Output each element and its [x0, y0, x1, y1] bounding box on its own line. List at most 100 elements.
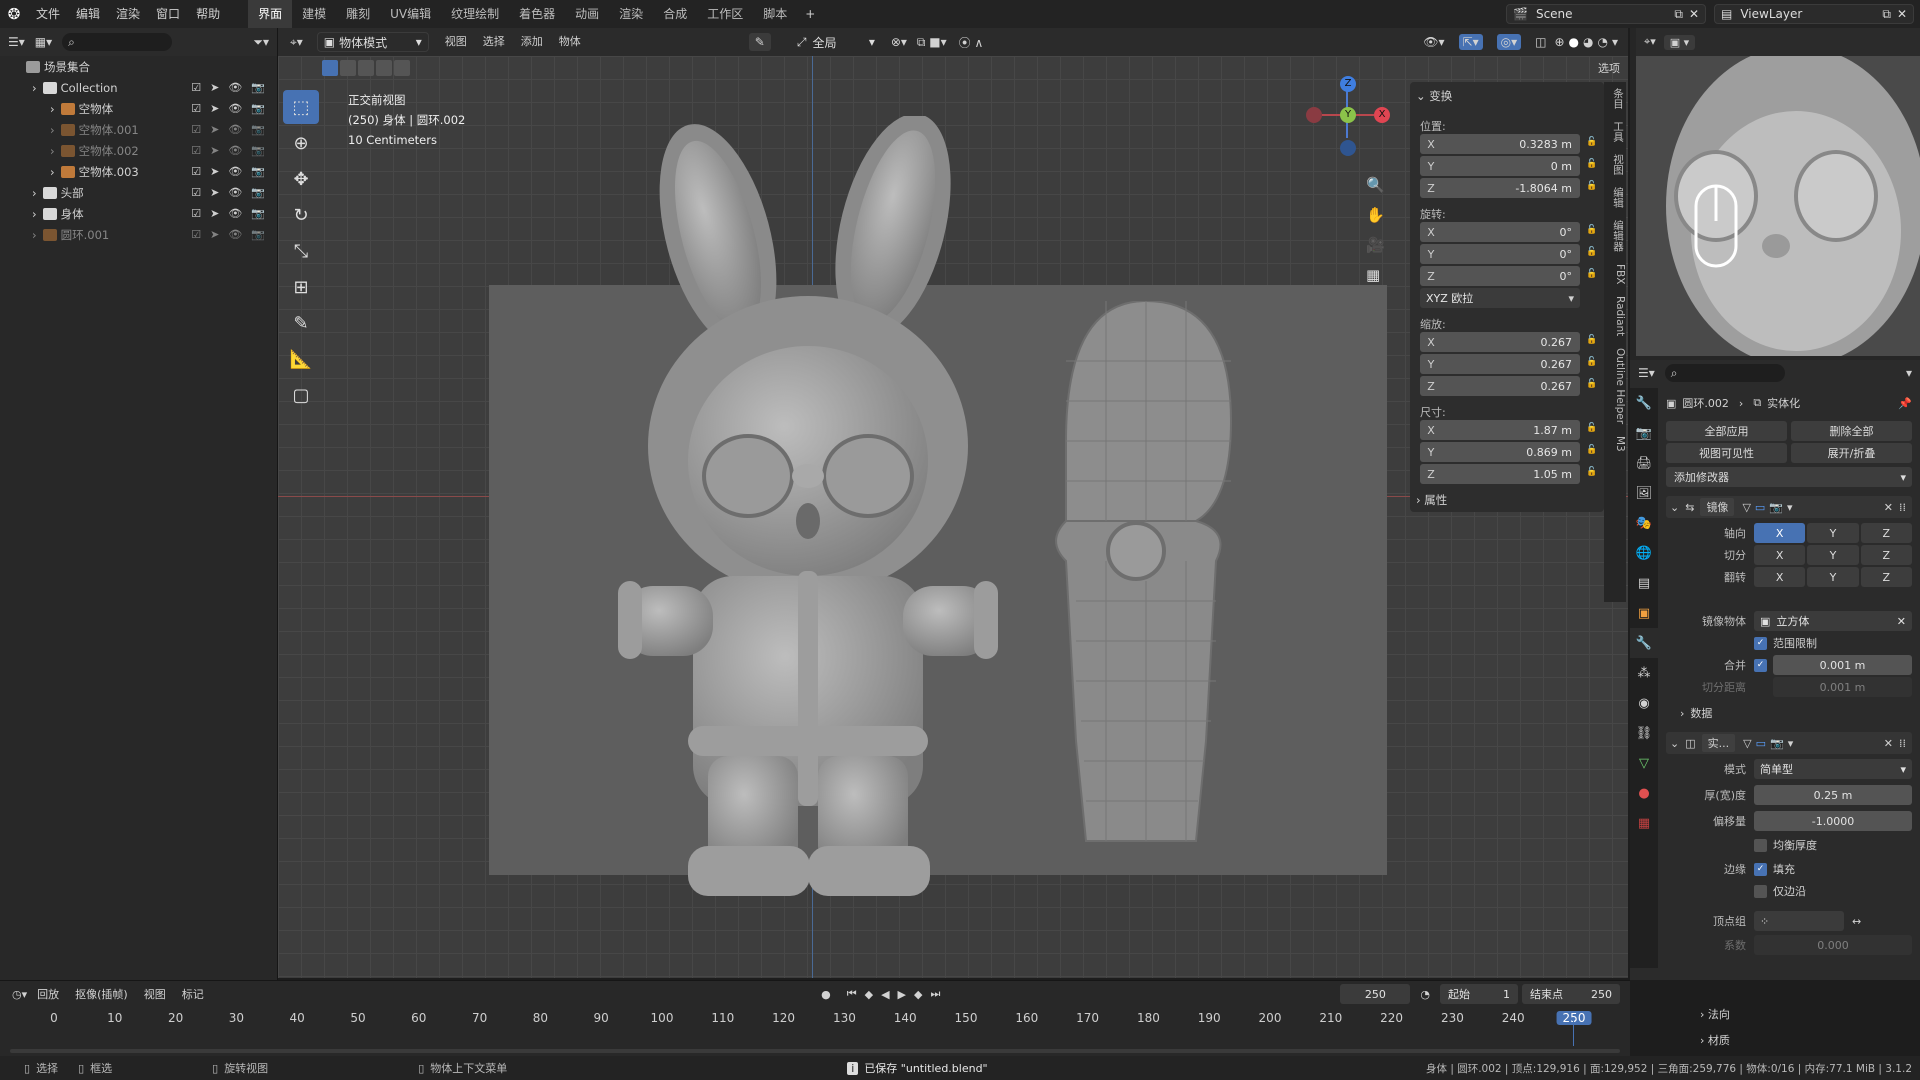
- snap-icon[interactable]: ⧉ ■▾: [917, 35, 947, 50]
- camera-icon[interactable]: 📷: [251, 207, 265, 220]
- viewport-menu-item[interactable]: 添加: [513, 28, 551, 56]
- scale-tool[interactable]: ⤡: [283, 234, 319, 268]
- y-axis-icon[interactable]: Y: [1340, 107, 1356, 123]
- delete-modifier-icon[interactable]: ✕: [1884, 501, 1893, 514]
- transform-tool[interactable]: ⊞: [283, 270, 319, 304]
- lock-icon[interactable]: 🔓: [1586, 357, 1597, 367]
- solidify-mode-dropdown[interactable]: 简单型 ▾: [1754, 759, 1912, 779]
- eye-icon[interactable]: 👁: [228, 207, 242, 220]
- eye-icon[interactable]: 👁: [228, 186, 242, 199]
- lock-icon[interactable]: 🔓: [1586, 379, 1597, 389]
- scale-field-y[interactable]: Y 0.267: [1420, 354, 1580, 374]
- select-intersect-icon[interactable]: [394, 60, 410, 76]
- checkbox-icon[interactable]: ☑: [191, 102, 201, 115]
- search-icon[interactable]: ⌕: [62, 33, 173, 51]
- workspace-tab[interactable]: 脚本: [753, 0, 797, 28]
- lock-icon[interactable]: 🔓: [1586, 159, 1597, 169]
- neg-x-axis-icon[interactable]: [1306, 107, 1322, 123]
- workspace-tab[interactable]: 纹理绘制: [441, 0, 509, 28]
- expand-arrow-icon[interactable]: ›: [50, 144, 55, 158]
- proportional-icon[interactable]: ⦿ ∧: [959, 34, 984, 51]
- eye-icon[interactable]: 👁: [228, 102, 242, 115]
- material-tab-icon[interactable]: ●: [1630, 778, 1658, 808]
- axis-toggle-x[interactable]: X: [1754, 567, 1806, 587]
- thickness-field[interactable]: 0.25 m: [1754, 785, 1912, 805]
- render-toggle-icon[interactable]: 📷: [1769, 501, 1783, 514]
- eye-icon[interactable]: 👁: [228, 123, 242, 136]
- select-arrow-icon[interactable]: ➤: [210, 165, 219, 178]
- sidebar-tab[interactable]: 编辑器: [1604, 214, 1626, 258]
- texture-tab-icon[interactable]: ▦: [1630, 808, 1658, 838]
- scale-field-z[interactable]: Z 0.267: [1420, 376, 1580, 396]
- workspace-tab[interactable]: UV编辑: [380, 0, 441, 28]
- workspace-tab[interactable]: 建模: [292, 0, 336, 28]
- scene-tab-icon[interactable]: 🎭: [1630, 508, 1658, 538]
- invert-icon[interactable]: ↔: [1852, 915, 1861, 928]
- eye-icon[interactable]: 👁: [228, 81, 242, 94]
- merge-checkbox[interactable]: ✓: [1754, 658, 1767, 672]
- transform-header[interactable]: ⌄ 变换: [1416, 88, 1452, 104]
- lock-icon[interactable]: 🔓: [1586, 225, 1597, 235]
- workspace-tab[interactable]: 界面: [248, 0, 293, 28]
- rotation-field-z[interactable]: Z 0°: [1420, 266, 1580, 286]
- checkbox-icon[interactable]: ☑: [191, 207, 201, 220]
- mode-selector[interactable]: ▣ 物体模式 ▾: [316, 32, 429, 52]
- checkbox-icon[interactable]: ☑: [191, 81, 201, 94]
- scene-selector[interactable]: 🎬 Scene ⧉ ✕: [1506, 4, 1706, 24]
- axis-toggle-y[interactable]: Y: [1807, 523, 1859, 543]
- checkbox-icon[interactable]: ☑: [191, 123, 201, 136]
- options-button[interactable]: 选项: [1598, 60, 1620, 76]
- select-arrow-icon[interactable]: ➤: [210, 186, 219, 199]
- viewport-menu-item[interactable]: 选择: [475, 28, 513, 56]
- shading-solid-icon[interactable]: ●: [1569, 35, 1579, 49]
- tool-tab-icon[interactable]: 🔧: [1630, 388, 1658, 418]
- outliner-row[interactable]: › 空物体.003 ☑ ➤ 👁 📷: [0, 161, 277, 182]
- world-tab-icon[interactable]: 🌐: [1630, 538, 1658, 568]
- select-mode-buttons[interactable]: [322, 60, 410, 76]
- sidebar-tab[interactable]: 编辑: [1604, 181, 1626, 214]
- axis-toggle-x[interactable]: X: [1754, 545, 1806, 565]
- workspace-tab[interactable]: 合成: [653, 0, 697, 28]
- camera-icon[interactable]: 📷: [251, 228, 265, 241]
- expand-arrow-icon[interactable]: ›: [50, 123, 55, 137]
- scene-collection-row[interactable]: 场景集合: [0, 56, 277, 77]
- checkbox-icon[interactable]: ☑: [191, 144, 201, 157]
- add-modifier-dropdown[interactable]: 添加修改器 ▾: [1666, 467, 1912, 487]
- pivot-icon[interactable]: ⊗▾: [891, 35, 907, 49]
- dims-field-y[interactable]: Y 0.869 m: [1420, 442, 1580, 462]
- axis-toggle-x[interactable]: X: [1754, 523, 1806, 543]
- rabbit-character-model[interactable]: [608, 116, 1028, 916]
- menu-item[interactable]: 编辑: [68, 0, 108, 28]
- object-mode-icon[interactable]: ▣ ▾: [1663, 34, 1696, 50]
- close-icon[interactable]: ✕: [1689, 7, 1699, 21]
- select-arrow-icon[interactable]: ➤: [210, 81, 219, 94]
- rotation-field-x[interactable]: X 0°: [1420, 222, 1580, 242]
- side-view-wireframe-model[interactable]: [1026, 301, 1256, 871]
- visibility-icon[interactable]: 👁▾: [1423, 35, 1444, 49]
- rotate-tool[interactable]: ↻: [283, 198, 319, 232]
- workspace-tab[interactable]: 雕刻: [336, 0, 380, 28]
- eye-icon[interactable]: 👁: [228, 228, 242, 241]
- camera-icon[interactable]: 📷: [251, 144, 265, 157]
- close-icon[interactable]: ✕: [1897, 7, 1907, 21]
- data-subpanel[interactable]: › 数据: [1666, 702, 1912, 724]
- solidify-name[interactable]: 实...: [1701, 734, 1736, 752]
- display-mode-icon[interactable]: ▦▾: [35, 35, 52, 49]
- sidebar-tab[interactable]: 视图: [1604, 148, 1626, 181]
- camera-preview-viewport[interactable]: [1636, 56, 1920, 356]
- expand-arrow-icon[interactable]: ›: [32, 207, 37, 221]
- delete-modifier-icon[interactable]: ✕: [1884, 737, 1893, 750]
- camera-icon[interactable]: 📷: [251, 102, 265, 115]
- clipping-checkbox[interactable]: ✓: [1754, 636, 1767, 650]
- sidebar-tab[interactable]: 条目: [1604, 82, 1626, 115]
- mirror-name[interactable]: 镜像: [1700, 498, 1735, 516]
- checkbox-icon[interactable]: ☑: [191, 165, 201, 178]
- select-box-tool[interactable]: ⬚: [283, 90, 319, 124]
- fill-rim-checkbox[interactable]: ✓: [1754, 862, 1767, 876]
- expand-arrow-icon[interactable]: ›: [50, 165, 55, 179]
- add-workspace-button[interactable]: +: [797, 0, 823, 28]
- blender-logo-icon[interactable]: ❂: [0, 5, 28, 23]
- location-field-x[interactable]: X 0.3283 m: [1420, 134, 1580, 154]
- shading-rendered-icon[interactable]: ◔: [1597, 35, 1607, 49]
- workspace-tab[interactable]: 工作区: [697, 0, 753, 28]
